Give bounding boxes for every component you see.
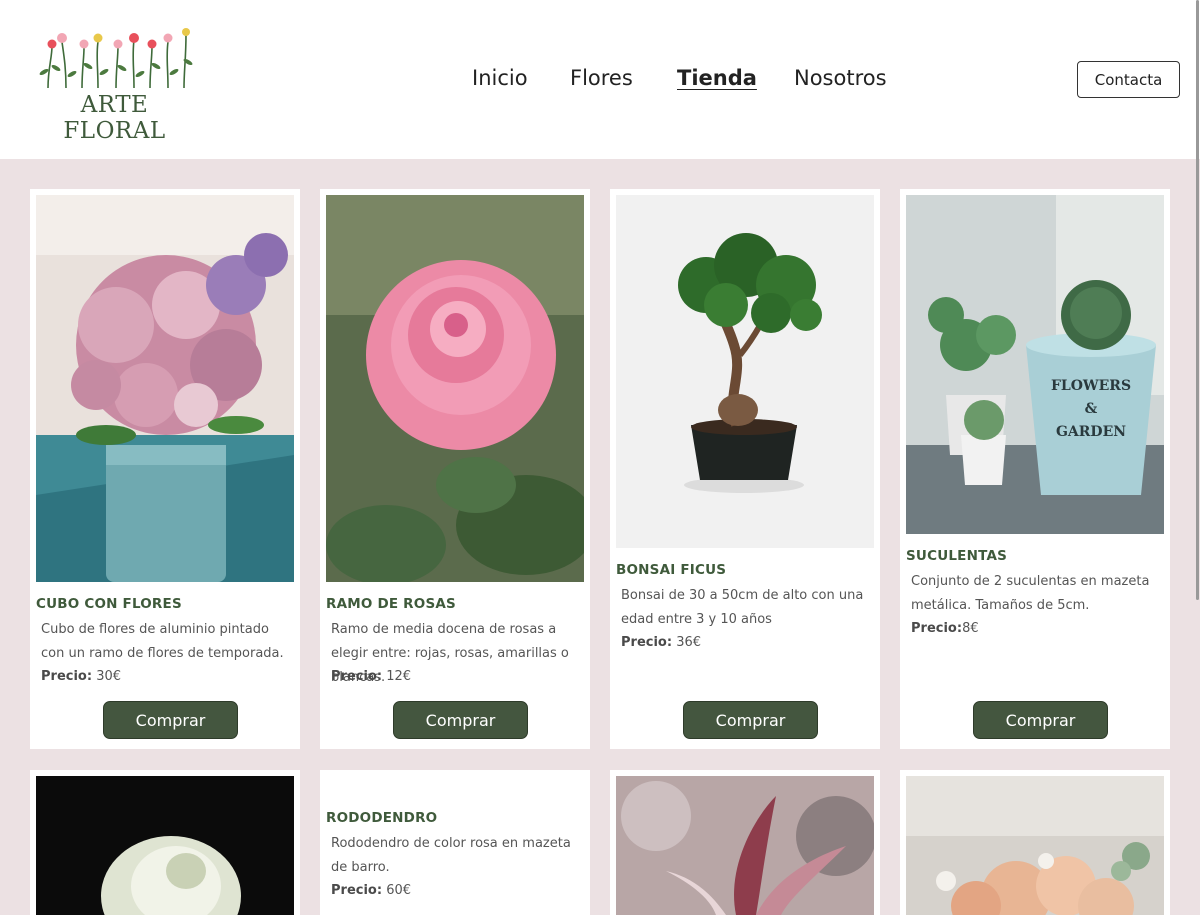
product-card: RAMO DE ROSAS Ramo de media docena de ro… [320, 189, 590, 749]
flower-bucket-photo-icon [36, 195, 294, 582]
product-price: Precio: 30€ [41, 669, 122, 684]
product-price: Precio: 60€ [331, 883, 412, 898]
buy-button[interactable]: Comprar [683, 701, 818, 739]
product-image [36, 776, 294, 915]
product-card: FLOWERS & GARDEN SUCULENTAS Conjunto de … [900, 189, 1170, 749]
product-image [616, 776, 874, 915]
bonsai-photo-icon [616, 195, 874, 548]
nav-flores[interactable]: Flores [570, 66, 633, 90]
buy-button[interactable]: Comprar [103, 701, 238, 739]
buy-button[interactable]: Comprar [393, 701, 528, 739]
product-image [906, 776, 1164, 915]
product-description: Conjunto de 2 suculentas en mazeta metál… [911, 574, 1150, 613]
product-image: FLOWERS & GARDEN [906, 195, 1164, 534]
svg-text:FLOWERS: FLOWERS [1051, 378, 1131, 394]
main-nav: Inicio Flores Tienda Nosotros [0, 66, 1200, 96]
product-card: CUBO CON FLORES Cubo de flores de alumin… [30, 189, 300, 749]
product-image [616, 195, 874, 548]
succulents-photo-icon: FLOWERS & GARDEN [906, 195, 1164, 534]
product-card [610, 770, 880, 915]
product-title: BONSAI FICUS [616, 562, 727, 578]
nav-nosotros[interactable]: Nosotros [794, 66, 887, 90]
product-card: BONSAI FICUS Bonsai de 30 a 50cm de alto… [610, 189, 880, 749]
svg-text:&: & [1085, 401, 1098, 417]
nav-tienda[interactable]: Tienda [677, 66, 757, 90]
product-price: Precio: 12€ [331, 669, 412, 684]
product-price: Precio:8€ [911, 621, 979, 636]
nav-inicio[interactable]: Inicio [472, 66, 528, 90]
product-title: RAMO DE ROSAS [326, 596, 456, 612]
pink-rose-photo-icon [326, 195, 584, 582]
product-card [30, 770, 300, 915]
product-description: Cubo de flores de aluminio pintado con u… [41, 622, 284, 661]
contact-button[interactable]: Contacta [1077, 61, 1180, 98]
product-image [326, 195, 584, 582]
buy-button[interactable]: Comprar [973, 701, 1108, 739]
product-title: CUBO CON FLORES [36, 596, 182, 612]
product-image [36, 195, 294, 582]
svg-text:GARDEN: GARDEN [1056, 424, 1126, 440]
product-title: RODODENDRO [326, 810, 438, 826]
magnolia-photo-icon [616, 776, 874, 915]
site-header: ARTE FLORAL Inicio Flores Tienda Nosotro… [0, 0, 1200, 159]
scrollbar[interactable] [1196, 0, 1199, 600]
brand-name: ARTE FLORAL [63, 92, 166, 144]
product-title: SUCULENTAS [906, 548, 1008, 564]
dahlia-bouquet-photo-icon [906, 776, 1164, 915]
product-card: RODODENDRO Rododendro de color rosa en m… [320, 770, 590, 915]
product-price: Precio: 36€ [621, 635, 702, 650]
product-card [900, 770, 1170, 915]
white-rose-photo-icon [36, 776, 294, 915]
product-description: Bonsai de 30 a 50cm de alto con una edad… [621, 588, 864, 627]
product-description: Rododendro de color rosa en mazeta de ba… [331, 836, 571, 875]
